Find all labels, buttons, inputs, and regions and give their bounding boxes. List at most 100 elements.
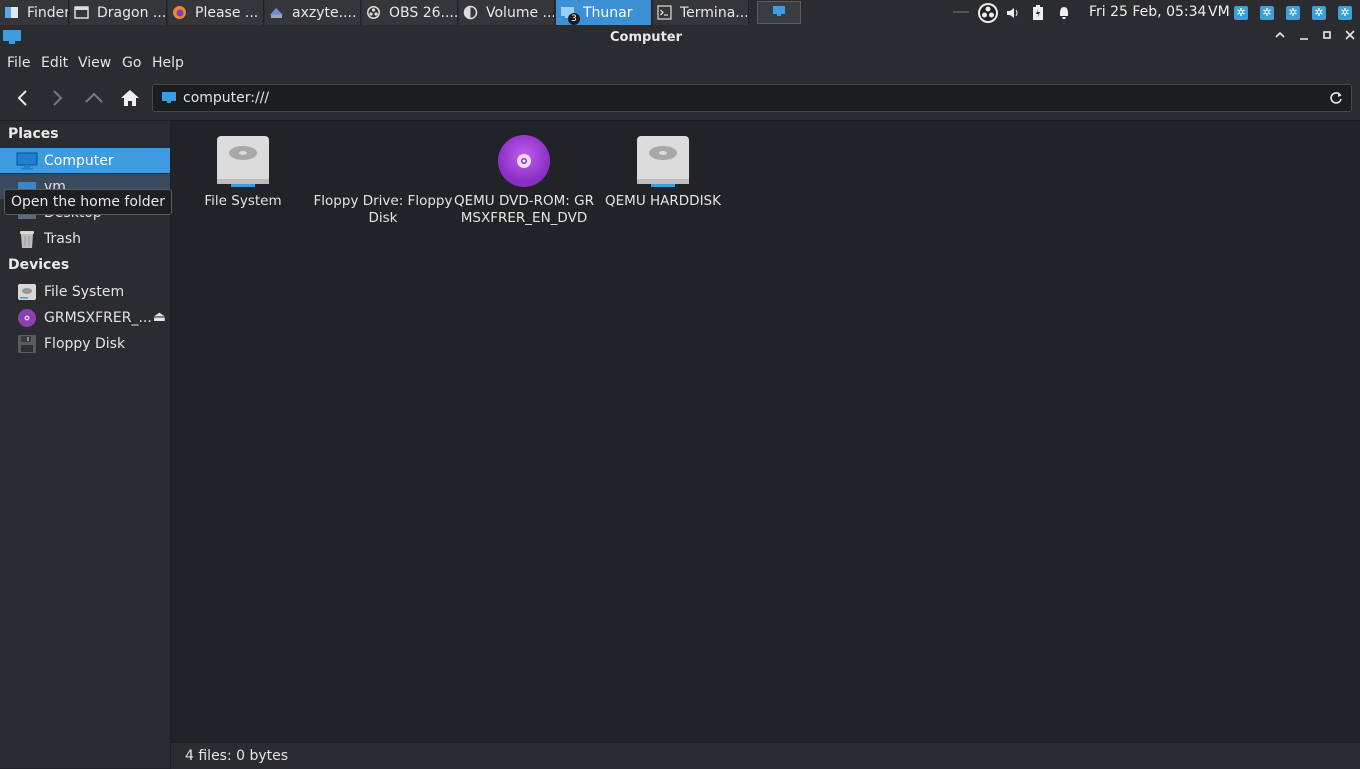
- eject-icon[interactable]: ⏏: [153, 309, 166, 325]
- tooltip: Open the home folder: [4, 189, 173, 215]
- shade-button[interactable]: [1272, 29, 1288, 45]
- toolbar: computer:///: [0, 76, 1360, 121]
- taskbar-volume[interactable]: Volume ...: [459, 0, 555, 25]
- window-title: Computer: [609, 30, 683, 45]
- gear-icon[interactable]: ✲: [1234, 6, 1248, 20]
- harddisk-icon: [635, 133, 691, 189]
- maximize-button[interactable]: [1319, 29, 1335, 45]
- file-item-floppy[interactable]: Floppy Drive: Floppy Disk: [313, 121, 453, 227]
- file-name: QEMU HARDDISK: [605, 193, 721, 209]
- app-icon: [269, 5, 284, 20]
- volume-app-icon: [463, 5, 478, 20]
- finder-icon: [4, 5, 19, 20]
- menu-edit[interactable]: Edit: [41, 55, 68, 71]
- taskbar-axzyte[interactable]: axzyte....: [265, 0, 361, 25]
- sidebar-item-computer[interactable]: Computer: [0, 148, 170, 173]
- dvd-icon: [496, 133, 552, 189]
- harddisk-icon: [16, 282, 38, 302]
- statusbar: 4 files: 0 bytes: [171, 742, 1360, 769]
- sidebar-item-filesystem[interactable]: File System: [0, 279, 170, 304]
- location-bar[interactable]: computer:///: [152, 84, 1352, 112]
- file-item-filesystem[interactable]: File System: [173, 121, 313, 210]
- chevron-left-icon: [17, 90, 27, 106]
- obs-tray-icon[interactable]: [977, 2, 999, 28]
- notification-bell-icon[interactable]: [1057, 6, 1071, 24]
- sidebar-item-floppy[interactable]: Floppy Disk: [0, 331, 170, 356]
- menubar: File Edit View Go Help: [0, 50, 1360, 76]
- sidebar-item-trash[interactable]: Trash: [0, 226, 170, 251]
- floppy-icon: [355, 133, 411, 189]
- gear-icon[interactable]: ✲: [1286, 6, 1300, 20]
- taskbar-label: Dragon ...: [97, 4, 167, 21]
- taskbar-label: Finder: [27, 4, 69, 21]
- harddisk-icon: [215, 133, 271, 189]
- taskbar-obs[interactable]: OBS 26....: [362, 0, 458, 25]
- window-titlebar[interactable]: Computer: [0, 26, 1360, 50]
- up-button[interactable]: [82, 86, 106, 110]
- gear-icon[interactable]: ✲: [1338, 6, 1352, 20]
- gear-icon[interactable]: ✲: [1260, 6, 1274, 20]
- thunar-icon: 3: [560, 5, 580, 25]
- sidebar-item-dvd[interactable]: GRMSXFRER_... ⏏: [0, 305, 170, 330]
- file-name: Floppy Drive: Floppy Disk: [313, 193, 453, 226]
- obs-icon: [366, 5, 381, 20]
- taskbar-dragon[interactable]: Dragon ...: [70, 0, 167, 25]
- file-item-dvd[interactable]: QEMU DVD-ROM: GRMSXFRER_EN_DVD: [454, 121, 594, 227]
- file-name: QEMU DVD-ROM: GRMSXFRER_EN_DVD: [454, 193, 594, 226]
- computer-icon: [162, 92, 176, 108]
- taskbar-label: Please ...: [195, 4, 259, 21]
- taskbar-firefox[interactable]: Please ...: [168, 0, 264, 25]
- home-button[interactable]: [118, 86, 142, 110]
- minimize-button[interactable]: [1296, 29, 1312, 45]
- sidebar-item-label: File System: [44, 283, 125, 300]
- places-heading: Places: [8, 126, 59, 142]
- clock[interactable]: Fri 25 Feb, 05:34: [1089, 4, 1206, 20]
- sidebar-item-label: GRMSXFRER_...: [44, 309, 152, 326]
- sidebar-item-label: Floppy Disk: [44, 335, 126, 352]
- menu-go[interactable]: Go: [122, 55, 141, 71]
- menu-help[interactable]: Help: [152, 55, 184, 71]
- sidebar-item-label: Trash: [44, 230, 81, 247]
- file-view[interactable]: File System Floppy Drive: Floppy Disk QE…: [171, 121, 1360, 742]
- chevron-up-icon: [85, 92, 103, 103]
- chevron-right-icon: [53, 90, 63, 106]
- computer-icon: [16, 151, 38, 171]
- firefox-icon: [172, 5, 187, 20]
- window-icon: [74, 5, 89, 20]
- volume-icon[interactable]: [1006, 6, 1020, 24]
- menu-file[interactable]: File: [7, 55, 30, 71]
- sidebar-item-label: Computer: [44, 152, 114, 169]
- file-item-harddisk[interactable]: QEMU HARDDISK: [593, 121, 733, 210]
- dvd-icon: [16, 308, 38, 328]
- trash-icon: [16, 229, 38, 249]
- taskbar-label: Thunar: [583, 4, 633, 21]
- taskbar-terminal[interactable]: Termina...: [653, 0, 749, 25]
- gear-icon[interactable]: ✲: [1312, 6, 1326, 20]
- monitor-icon: [772, 5, 786, 21]
- reload-icon[interactable]: [1329, 91, 1343, 109]
- location-path[interactable]: computer:///: [183, 90, 269, 106]
- devices-heading: Devices: [8, 257, 70, 273]
- taskbar: Finder Dragon ... Please ... axzyte.... …: [0, 0, 1360, 26]
- taskbar-thunar[interactable]: 3 Thunar: [556, 0, 652, 25]
- taskbar-label: axzyte....: [292, 4, 357, 21]
- close-button[interactable]: [1342, 29, 1358, 45]
- battery-icon[interactable]: [1032, 5, 1044, 25]
- back-button[interactable]: [10, 86, 34, 110]
- home-icon: [121, 90, 139, 106]
- taskbar-label: OBS 26....: [389, 4, 458, 21]
- taskbar-finder[interactable]: Finder: [0, 0, 69, 25]
- network-icon[interactable]: [952, 5, 970, 23]
- user-label[interactable]: VM: [1208, 4, 1230, 20]
- taskbar-label: Volume ...: [486, 4, 555, 21]
- floppy-icon: [16, 334, 38, 354]
- menu-view[interactable]: View: [78, 55, 111, 71]
- forward-button[interactable]: [46, 86, 70, 110]
- window-count-badge: 3: [568, 13, 580, 25]
- workspace-switcher[interactable]: [757, 1, 801, 24]
- system-tray: Fri 25 Feb, 05:34 VM ✲ ✲ ✲ ✲ ✲: [942, 0, 1360, 26]
- sidebar: Places Computer vm Desktop Trash Devices…: [0, 121, 171, 768]
- taskbar-label: Termina...: [680, 4, 749, 21]
- terminal-icon: [657, 5, 672, 20]
- file-name: File System: [204, 193, 282, 209]
